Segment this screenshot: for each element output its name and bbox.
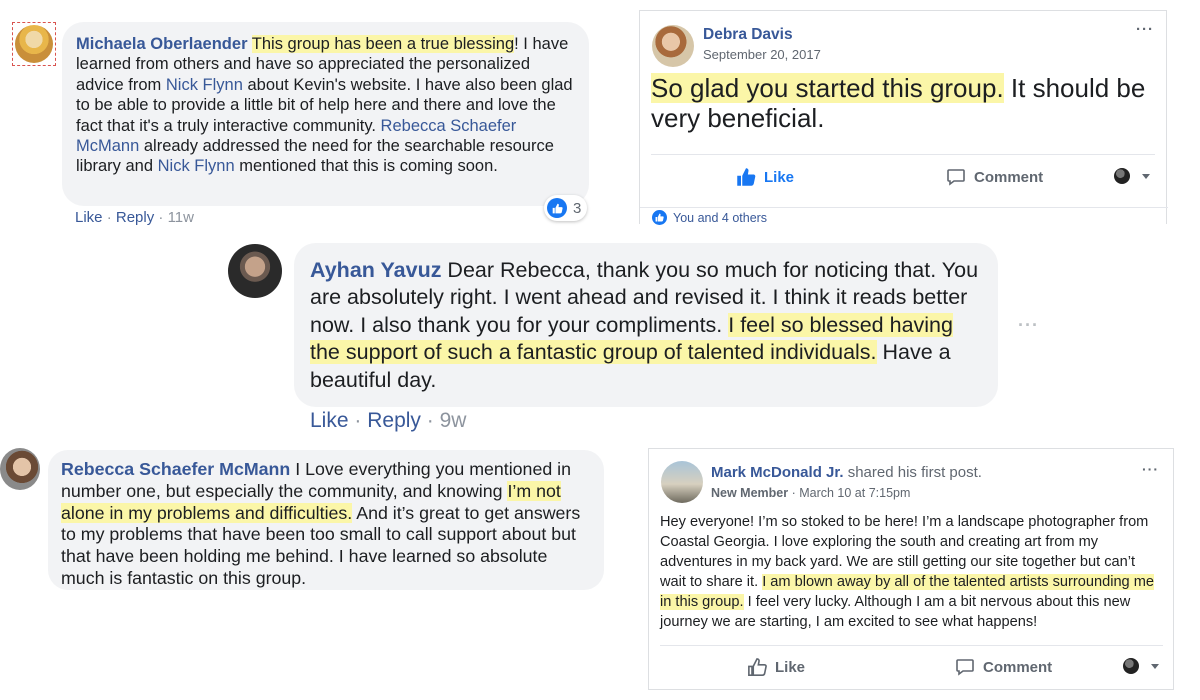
comment-author[interactable]: Rebecca Schaefer McMann <box>61 459 290 479</box>
chevron-down-icon <box>1142 173 1150 179</box>
post-debra: Debra Davis September 20, 2017 ··· So gl… <box>639 10 1168 225</box>
comment-icon <box>947 169 965 186</box>
more-options-icon[interactable]: ··· <box>1018 315 1039 336</box>
reaction-selector[interactable] <box>1114 168 1150 184</box>
more-options-icon[interactable]: ··· <box>1142 461 1159 477</box>
comment-author[interactable]: Ayhan Yavuz <box>310 258 441 282</box>
more-options-icon[interactable]: ··· <box>1136 21 1154 38</box>
avatar[interactable] <box>652 25 694 67</box>
profile-avatar-icon <box>1114 168 1130 184</box>
divider <box>640 207 1168 208</box>
like-link[interactable]: Like <box>75 209 103 226</box>
post-author[interactable]: Mark McDonald Jr. <box>711 464 844 481</box>
comment-button[interactable]: Comment <box>955 657 1052 677</box>
reaction-summary[interactable]: You and 4 others <box>652 210 767 225</box>
comment-bubble: Ayhan Yavuz Dear Rebecca, thank you so m… <box>294 243 998 407</box>
comment-bubble: Rebecca Schaefer McMann I Love everythin… <box>48 450 604 590</box>
comment-actions: Like · Reply · 9w <box>310 409 467 432</box>
post-header: Mark McDonald Jr. shared his first post. <box>711 464 982 481</box>
divider <box>651 154 1155 155</box>
comment-actions: Like · Reply · 11w <box>75 209 194 226</box>
thumbs-up-icon <box>737 168 756 186</box>
thumbs-up-icon <box>748 658 767 676</box>
mention-link[interactable]: Nick Flynn <box>166 76 243 94</box>
avatar[interactable] <box>12 22 56 66</box>
post-text: So glad you started this group. It shoul… <box>651 73 1146 133</box>
reaction-count: 3 <box>573 199 582 217</box>
comment-icon <box>956 659 974 676</box>
post-date[interactable]: March 10 at 7:15pm <box>799 486 910 500</box>
comment-button[interactable]: Comment <box>946 167 1043 187</box>
like-button[interactable]: Like <box>747 657 805 677</box>
chevron-down-icon <box>1151 663 1159 669</box>
post-meta: New Member · March 10 at 7:15pm <box>711 486 911 500</box>
reaction-selector[interactable] <box>1123 658 1159 674</box>
highlighted-text: This group has been a true blessing <box>251 35 515 53</box>
like-button[interactable]: Like <box>736 167 794 187</box>
post-date[interactable]: September 20, 2017 <box>703 47 821 62</box>
reply-link[interactable]: Reply <box>116 209 154 226</box>
reply-link[interactable]: Reply <box>367 409 421 432</box>
like-reaction-icon <box>547 198 567 218</box>
comment-author[interactable]: Michaela Oberlaender <box>76 35 248 53</box>
profile-avatar-icon <box>1123 658 1139 674</box>
divider <box>660 645 1163 646</box>
mention-link[interactable]: Nick Flynn <box>158 157 235 175</box>
avatar[interactable] <box>661 461 703 503</box>
highlighted-text: So glad you started this group. <box>651 73 1004 103</box>
like-reaction-icon <box>652 210 667 225</box>
post-author[interactable]: Debra Davis <box>703 26 793 44</box>
comment-text: mentioned that this is coming soon. <box>234 157 498 176</box>
post-mark: Mark McDonald Jr. shared his first post.… <box>648 448 1174 690</box>
timestamp[interactable]: 11w <box>168 209 194 226</box>
timestamp[interactable]: 9w <box>440 409 467 432</box>
avatar[interactable] <box>228 244 282 298</box>
avatar[interactable] <box>0 448 40 490</box>
post-text: Hey everyone! I’m so stoked to be here! … <box>660 514 1155 630</box>
reaction-badge[interactable]: 3 <box>544 195 588 221</box>
new-member-badge: New Member <box>711 486 789 500</box>
like-link[interactable]: Like <box>310 409 349 432</box>
comment-bubble: Michaela Oberlaender This group has been… <box>62 22 589 206</box>
